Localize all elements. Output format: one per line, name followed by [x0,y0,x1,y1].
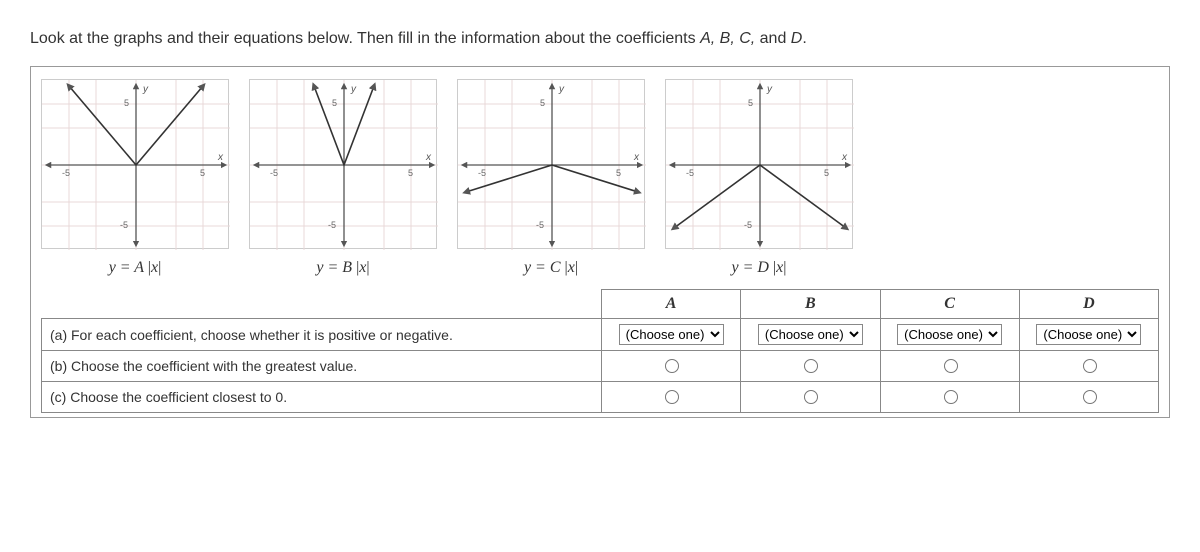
table-row: (c) Choose the coefficient closest to 0. [42,382,1159,413]
graph-col-d: y x 5 -5 5 -5 y = D |x| [665,79,853,277]
tick-pos5y: 5 [332,98,337,108]
closest-radio-c[interactable] [944,390,958,404]
axis-y-label: y [767,84,772,95]
eqn-c-pre: y = C [524,259,565,276]
graphs-row: y x 5 -5 5 -5 y = A |x| [41,79,1159,277]
axis-x-label: x [842,152,847,163]
row-c-prompt: (c) Choose the coefficient closest to 0. [42,382,602,413]
tick-neg5y: -5 [744,220,752,230]
axis-x-label: x [218,152,223,163]
prompt-last: D [791,30,803,47]
graph-d: y x 5 -5 5 -5 [665,79,853,249]
table-header-row: A B C D [42,290,1159,319]
question-table: A B C D (a) For each coefficient, choose… [41,289,1159,413]
eqn-a-pre: y = A [109,259,148,276]
eqn-b-pre: y = B [316,259,356,276]
closest-radio-d[interactable] [1083,390,1097,404]
graph-col-a: y x 5 -5 5 -5 y = A |x| [41,79,229,277]
equation-c: y = C |x| [524,259,578,277]
col-header-c: C [880,290,1019,319]
graph-c-svg [458,80,646,250]
graph-c: y x 5 -5 5 -5 [457,79,645,249]
graph-b-svg [250,80,438,250]
greatest-radio-d[interactable] [1083,359,1097,373]
greatest-radio-c[interactable] [944,359,958,373]
greatest-radio-b[interactable] [804,359,818,373]
sign-select-c[interactable]: (Choose one) [897,324,1002,345]
graph-b: y x 5 -5 5 -5 [249,79,437,249]
prompt-vars: A, B, C, [700,30,755,47]
sign-select-d[interactable]: (Choose one) [1036,324,1141,345]
eqn-d-x: x [776,259,783,276]
content-frame: y x 5 -5 5 -5 y = A |x| [30,66,1170,418]
eqn-d-pre: y = D [732,259,773,276]
graph-a-svg [42,80,230,250]
graph-col-c: y x 5 -5 5 -5 y = C |x| [457,79,645,277]
table-row: (a) For each coefficient, choose whether… [42,319,1159,351]
prompt-text-1: Look at the graphs and their equations b… [30,30,700,47]
prompt-and: and [755,30,791,47]
tick-neg5y: -5 [328,220,336,230]
col-header-d: D [1019,290,1158,319]
tick-neg5y: -5 [536,220,544,230]
axis-y-label: y [143,84,148,95]
closest-radio-b[interactable] [804,390,818,404]
eqn-b-x: x [359,259,366,276]
tick-pos5y: 5 [124,98,129,108]
col-header-b: B [741,290,880,319]
equation-b: y = B |x| [316,259,369,277]
tick-neg5x: -5 [686,168,694,178]
axis-x-label: x [426,152,431,163]
tick-neg5y: -5 [120,220,128,230]
tick-neg5x: -5 [62,168,70,178]
tick-pos5y: 5 [748,98,753,108]
axis-y-label: y [559,84,564,95]
sign-select-a[interactable]: (Choose one) [619,324,724,345]
instruction-text: Look at the graphs and their equations b… [30,30,1170,48]
tick-pos5x: 5 [824,168,829,178]
graph-d-svg [666,80,854,250]
col-header-a: A [602,290,741,319]
graph-a: y x 5 -5 5 -5 [41,79,229,249]
prompt-end: . [802,30,806,47]
sign-select-b[interactable]: (Choose one) [758,324,863,345]
tick-pos5x: 5 [408,168,413,178]
equation-d: y = D |x| [732,259,787,277]
tick-pos5x: 5 [616,168,621,178]
greatest-radio-a[interactable] [665,359,679,373]
table-empty-cell [42,290,602,319]
equation-a: y = A |x| [109,259,162,277]
axis-x-label: x [634,152,639,163]
axis-y-label: y [351,84,356,95]
row-a-prompt: (a) For each coefficient, choose whether… [42,319,602,351]
tick-pos5x: 5 [200,168,205,178]
eqn-c-x: x [568,259,575,276]
graph-col-b: y x 5 -5 5 -5 y = B |x| [249,79,437,277]
tick-neg5x: -5 [270,168,278,178]
tick-pos5y: 5 [540,98,545,108]
eqn-a-x: x [151,259,158,276]
row-b-prompt: (b) Choose the coefficient with the grea… [42,351,602,382]
tick-neg5x: -5 [478,168,486,178]
table-row: (b) Choose the coefficient with the grea… [42,351,1159,382]
closest-radio-a[interactable] [665,390,679,404]
